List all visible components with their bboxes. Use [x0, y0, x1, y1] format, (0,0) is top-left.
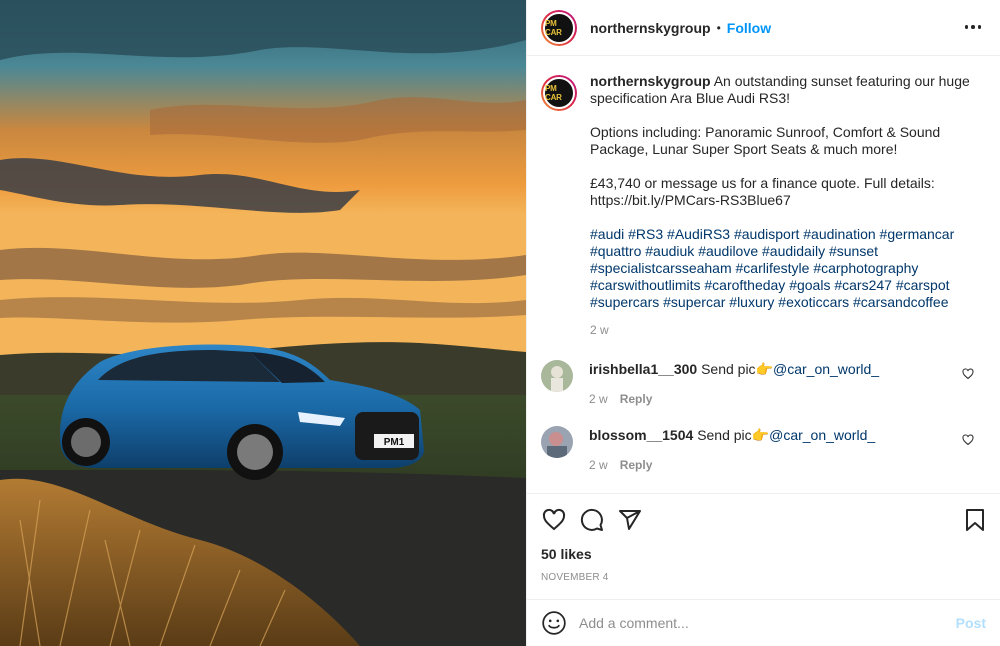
- bookmark-icon[interactable]: [962, 507, 988, 533]
- caption-time[interactable]: 2 w: [590, 322, 980, 339]
- share-icon[interactable]: [617, 507, 643, 533]
- action-bar: [541, 506, 988, 534]
- comment-mention[interactable]: @car_on_world_: [769, 427, 875, 443]
- comment-input[interactable]: [579, 615, 948, 631]
- separator-dot: •: [716, 20, 721, 35]
- caption-username[interactable]: northernskygroup: [590, 73, 711, 89]
- comment-mention[interactable]: @car_on_world_: [773, 361, 879, 377]
- instagram-post: PM1 PM CAR northernskygroup • Follow PM …: [0, 0, 1000, 646]
- add-comment-bar: Post: [527, 599, 1000, 646]
- emoji-icon[interactable]: [541, 610, 567, 636]
- comment-text: Send pic👉: [697, 427, 770, 443]
- post-side-panel: PM CAR northernskygroup • Follow PM CAR …: [526, 0, 1000, 646]
- caption-hashtags[interactable]: #audi #RS3 #AudiRS3 #audisport #audinati…: [590, 226, 954, 310]
- post-date: NOVEMBER 4: [541, 572, 609, 583]
- comment-item: irishbella1__300 Send pic👉@car_on_world_…: [541, 360, 986, 408]
- post-photo[interactable]: PM1: [0, 0, 526, 646]
- caption-avatar[interactable]: PM CAR: [541, 75, 577, 111]
- caption-line-2: Options including: Panoramic Sunroof, Co…: [590, 124, 941, 157]
- heart-icon[interactable]: [541, 507, 567, 533]
- comment-heart-icon[interactable]: [962, 434, 974, 446]
- comment-avatar[interactable]: [541, 426, 573, 458]
- follow-button[interactable]: Follow: [727, 20, 771, 36]
- comment-time[interactable]: 2 w: [589, 458, 608, 472]
- comment-icon[interactable]: [579, 507, 605, 533]
- reply-button[interactable]: Reply: [620, 392, 653, 406]
- car-sunset-image: PM1: [0, 0, 526, 646]
- comment-item: blossom__1504 Send pic👉@car_on_world_ 2 …: [541, 426, 986, 474]
- avatar-logo-text: PM CAR: [545, 18, 562, 37]
- comment-username[interactable]: blossom__1504: [589, 427, 693, 443]
- comment-avatar[interactable]: [541, 360, 573, 392]
- caption-line-3: £43,740 or message us for a finance quot…: [590, 175, 935, 208]
- reply-button[interactable]: Reply: [620, 458, 653, 472]
- comment-time[interactable]: 2 w: [589, 392, 608, 406]
- post-header: PM CAR northernskygroup • Follow: [527, 0, 1000, 56]
- likes-count[interactable]: 50 likes: [541, 546, 592, 562]
- post-comment-button[interactable]: Post: [956, 615, 986, 631]
- comment-heart-icon[interactable]: [962, 368, 974, 380]
- caption-avatar-logo-text: PM CAR: [545, 84, 562, 102]
- caption: PM CAR northernskygroup An outstanding s…: [541, 73, 986, 339]
- comment-username[interactable]: irishbella1__300: [589, 361, 697, 377]
- avatar[interactable]: PM CAR: [541, 9, 577, 46]
- more-icon[interactable]: [962, 16, 984, 38]
- comment-text: Send pic👉: [701, 361, 773, 377]
- comments-section[interactable]: PM CAR northernskygroup An outstanding s…: [527, 57, 1000, 494]
- license-plate: PM1: [384, 437, 405, 448]
- header-username[interactable]: northernskygroup: [590, 20, 711, 36]
